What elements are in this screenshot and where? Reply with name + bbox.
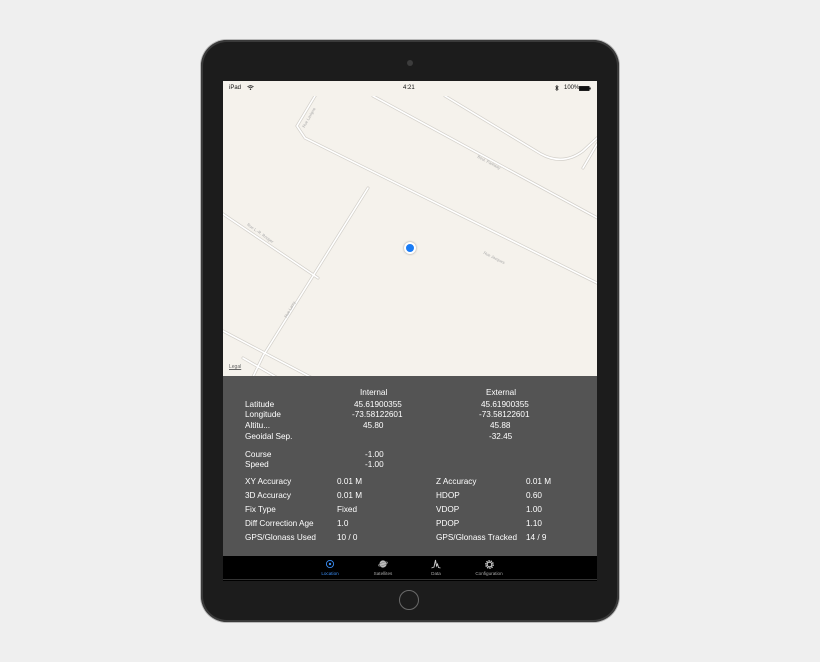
device-name: iPad [229, 85, 242, 91]
wifi-icon [247, 85, 254, 92]
hdop-value: 0.60 [526, 491, 542, 500]
screen: iPad 4:21 100% Rue Lavigne Rue L.-R. Rou… [223, 81, 597, 581]
map-view[interactable]: Rue Lavigne Rue L.-R. Rouger Rue Jacques… [223, 96, 597, 376]
tab-data[interactable]: Data [416, 559, 456, 576]
gps-glonass-tracked-label: GPS/Glonass Tracked [436, 533, 517, 542]
geoidal-sep-label: Geoidal Sep. [245, 432, 293, 441]
speed-label: Speed [245, 460, 269, 469]
longitude-label: Longitude [245, 410, 281, 419]
status-bar: iPad 4:21 100% [223, 81, 597, 96]
gear-icon [484, 559, 494, 569]
diff-correction-age-label: Diff Correction Age [245, 519, 314, 528]
internal-column-header: Internal [360, 388, 388, 397]
tab-satellites-label: Satellites [373, 571, 393, 576]
3d-accuracy-value: 0.01 M [337, 491, 363, 500]
gps-glonass-used-label: GPS/Glonass Used [245, 533, 316, 542]
map-roads [223, 96, 597, 376]
vdop-label: VDOP [436, 505, 460, 514]
battery-icon [579, 86, 591, 93]
tab-configuration[interactable]: Configuration [469, 559, 509, 576]
z-accuracy-value: 0.01 M [526, 477, 552, 486]
fix-type-value: Fixed [337, 505, 358, 514]
external-column-header: External [486, 388, 517, 397]
xy-accuracy-label: XY Accuracy [245, 477, 292, 486]
battery-percent: 100% [564, 85, 580, 91]
legal-link[interactable]: Legal [229, 364, 241, 370]
vdop-value: 1.00 [526, 505, 542, 514]
z-accuracy-label: Z Accuracy [436, 477, 477, 486]
hdop-label: HDOP [436, 491, 460, 500]
longitude-external: -73.58122601 [479, 410, 530, 419]
tab-data-label: Data [431, 571, 441, 576]
pdop-label: PDOP [436, 519, 460, 528]
xy-accuracy-value: 0.01 M [337, 477, 363, 486]
gps-data-panel: Internal External Latitude 45.61900355 4… [223, 376, 597, 556]
data-chart-icon [431, 559, 441, 569]
tab-satellites[interactable]: Satellites [363, 559, 403, 576]
tab-location-label: Location [321, 571, 339, 576]
course-label: Course [245, 450, 272, 459]
tab-configuration-label: Configuration [475, 571, 503, 576]
tab-location[interactable]: Location [310, 559, 350, 576]
fix-type-label: Fix Type [245, 505, 276, 514]
altitude-internal: 45.80 [363, 421, 384, 430]
diff-correction-age-value: 1.0 [337, 519, 349, 528]
speed-internal: -1.00 [365, 460, 384, 469]
altitude-label: Altitu... [245, 421, 271, 430]
latitude-label: Latitude [245, 400, 275, 409]
tabbar-divider [223, 579, 597, 580]
status-time: 4:21 [403, 85, 415, 91]
latitude-internal: 45.61900355 [354, 400, 402, 409]
pdop-value: 1.10 [526, 519, 542, 528]
gps-glonass-used-value: 10 / 0 [337, 533, 358, 542]
home-button[interactable] [399, 590, 419, 610]
latitude-external: 45.61900355 [481, 400, 529, 409]
3d-accuracy-label: 3D Accuracy [245, 491, 291, 500]
course-internal: -1.00 [365, 450, 384, 459]
satellite-icon [378, 559, 388, 569]
geoidal-sep-external: -32.45 [489, 432, 513, 441]
front-camera [407, 60, 413, 66]
altitude-external: 45.88 [490, 421, 511, 430]
gps-glonass-tracked-value: 14 / 9 [526, 533, 547, 542]
longitude-internal: -73.58122601 [352, 410, 403, 419]
tab-bar: Location Satellites Data Configuration [223, 556, 597, 581]
current-location-marker [404, 242, 416, 254]
ipad-frame: iPad 4:21 100% Rue Lavigne Rue L.-R. Rou… [201, 40, 619, 622]
location-icon [325, 559, 335, 569]
bluetooth-icon [555, 84, 559, 93]
